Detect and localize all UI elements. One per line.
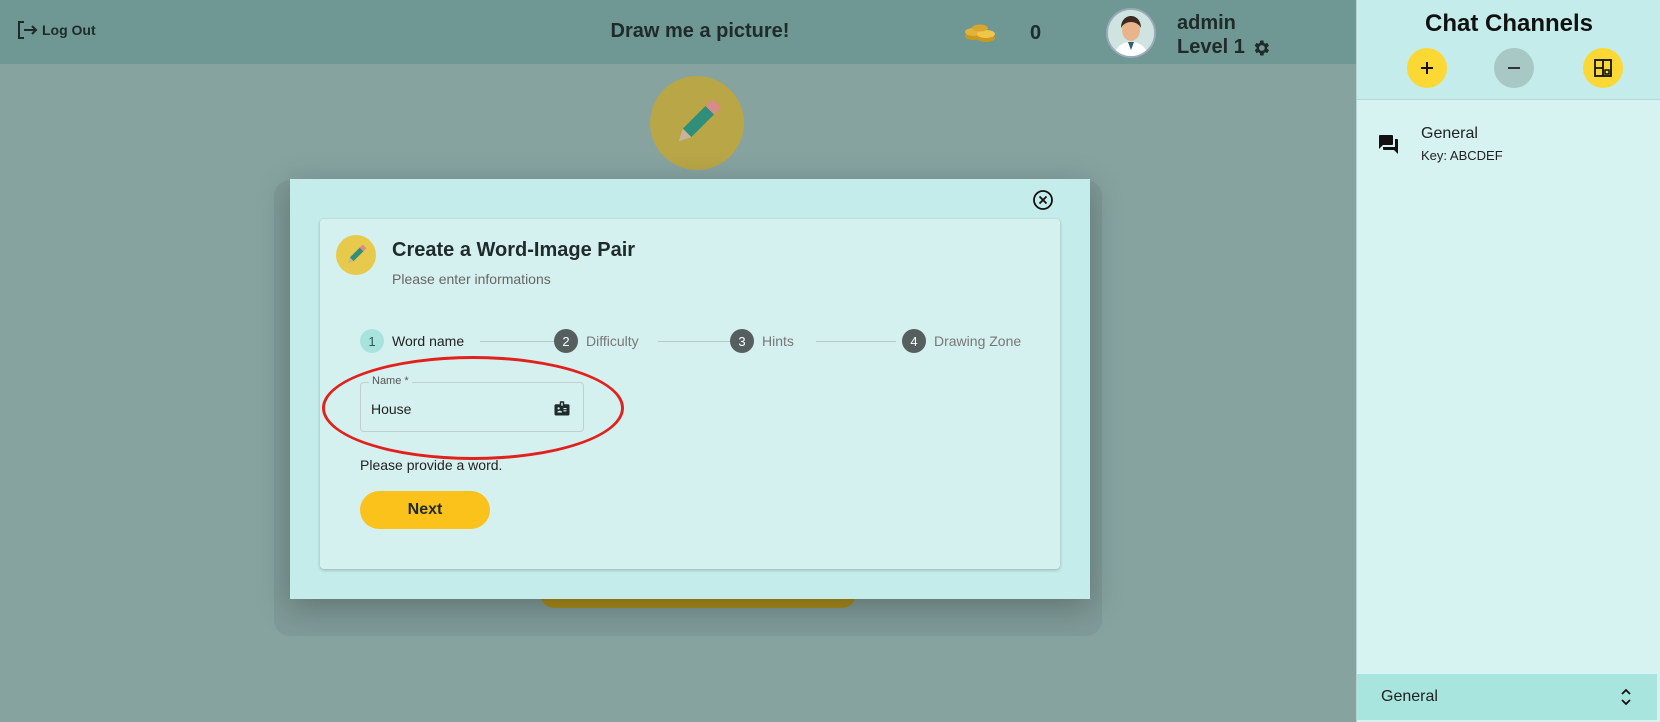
channel-item-general[interactable]: General Key: ABCDEF — [1357, 115, 1660, 171]
step-word-name[interactable]: 1 Word name — [360, 329, 464, 353]
step-number: 4 — [902, 329, 926, 353]
add-channel-button[interactable] — [1407, 48, 1447, 88]
step-label: Difficulty — [586, 333, 639, 349]
channel-name: General — [1421, 125, 1478, 142]
badge-icon — [554, 401, 570, 416]
step-label: Word name — [392, 333, 465, 349]
channel-key: Key: ABCDEF — [1421, 148, 1503, 163]
minus-icon — [1508, 67, 1520, 69]
username: admin — [1177, 12, 1236, 34]
level-row: Level 1 — [1177, 36, 1271, 59]
name-input[interactable] — [371, 401, 541, 417]
chat-header: Chat Channels — [1357, 0, 1660, 100]
name-field-label: Name * — [369, 375, 412, 387]
gear-icon[interactable] — [1251, 38, 1271, 58]
step-label: Drawing Zone — [934, 333, 1022, 349]
step-number: 1 — [360, 329, 384, 353]
step-number: 2 — [554, 329, 578, 353]
expand-chat-button[interactable] — [1583, 48, 1623, 88]
create-pair-modal: Create a Word-Image Pair Please enter in… — [290, 179, 1090, 599]
expand-icon — [1594, 59, 1612, 77]
step-label: Hints — [762, 333, 794, 349]
channel-selector-label: General — [1381, 688, 1438, 705]
unfold-icon — [1621, 688, 1631, 706]
level-label: Level 1 — [1177, 36, 1245, 58]
modal-title: Create a Word-Image Pair — [392, 239, 636, 261]
coin-count: 0 — [1030, 22, 1042, 44]
stepper-connector — [480, 341, 556, 342]
close-circle-icon[interactable] — [1032, 189, 1054, 211]
stepper-connector — [816, 341, 896, 342]
modal-subtitle: Please enter informations — [392, 271, 551, 287]
form-card: Create a Word-Image Pair Please enter in… — [320, 219, 1060, 569]
validation-message: Please provide a word. — [360, 457, 503, 473]
background-pencil-avatar — [650, 76, 744, 170]
coins-icon — [965, 24, 995, 42]
chat-bubble-icon — [1379, 135, 1398, 154]
step-drawing-zone[interactable]: 4 Drawing Zone — [902, 329, 1021, 353]
plus-icon — [1421, 62, 1433, 74]
remove-channel-button[interactable] — [1494, 48, 1534, 88]
step-hints[interactable]: 3 Hints — [730, 329, 794, 353]
step-number: 3 — [730, 329, 754, 353]
card-avatar — [336, 235, 376, 275]
pencil-icon — [678, 98, 722, 142]
step-difficulty[interactable]: 2 Difficulty — [554, 329, 639, 353]
avatar[interactable] — [1106, 8, 1156, 58]
next-button[interactable]: Next — [360, 491, 490, 529]
top-bar: Log Out Draw me a picture! 0 admin Level… — [0, 0, 1356, 64]
name-field[interactable]: Name * — [360, 375, 584, 432]
channel-selector[interactable]: General — [1357, 674, 1657, 720]
chat-title: Chat Channels — [1424, 10, 1594, 37]
stepper-connector — [658, 341, 738, 342]
chat-panel: Chat Channels General Key: ABCDEF Genera — [1356, 0, 1660, 722]
pencil-icon — [348, 244, 367, 263]
